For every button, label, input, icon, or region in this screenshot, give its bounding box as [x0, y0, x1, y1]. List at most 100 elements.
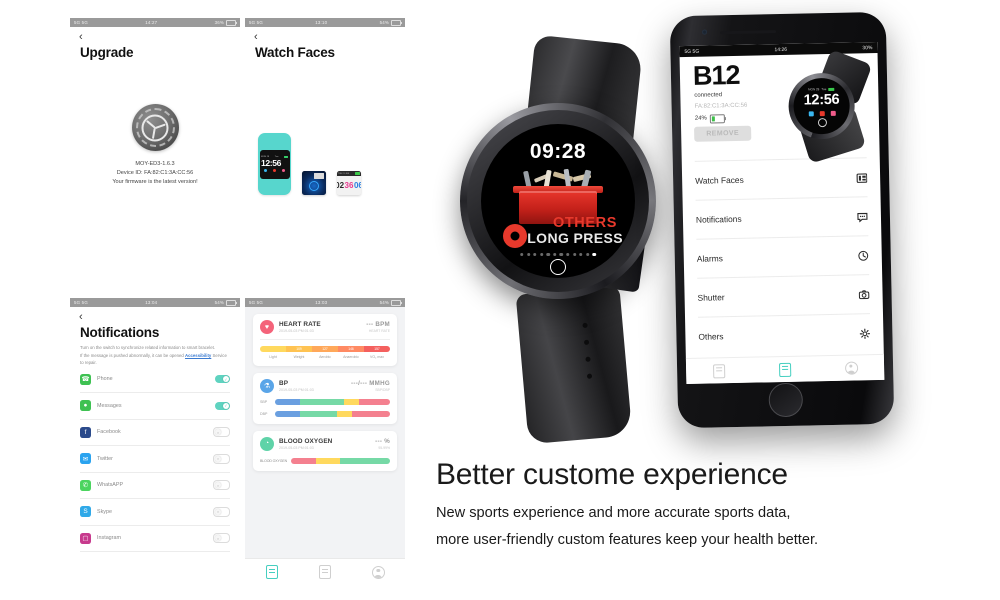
zone-label: Light [269, 354, 277, 359]
notification-row[interactable]: ▢ Instagram × [80, 526, 230, 553]
bp-icon: ⚗ [260, 378, 274, 393]
device-header: B12 connected FA:82:C1:3A:CC:56 24% REMO… [680, 49, 880, 164]
notification-toggle[interactable]: × [213, 506, 230, 517]
menu-item-shutter[interactable]: Shutter [697, 274, 870, 317]
screenshot-watch-faces: 5G 5G 13:10 54% ‹ Watch Faces MON 28 Tue… [245, 18, 405, 233]
firmware-version: MOY-ED3-1.6.3 [135, 161, 175, 167]
zone-segment [260, 345, 286, 352]
zone-label: Anaerobic [343, 354, 359, 359]
page-title: Upgrade [80, 45, 134, 60]
chevron-left-icon[interactable]: ‹ [79, 32, 240, 43]
status-time: 13:04 [145, 300, 158, 305]
menu-item-alarms[interactable]: Alarms [696, 235, 870, 278]
notification-app-label: Instagram [97, 535, 121, 542]
notification-row[interactable]: ✆ WhatsAPP × [80, 473, 230, 500]
bp-row-label: SBP [260, 399, 268, 404]
tab-profile[interactable] [818, 361, 884, 375]
home-button[interactable] [768, 382, 804, 418]
clock-icon [858, 250, 869, 261]
firmware-latest-note: Your firmware is the latest version! [112, 179, 198, 186]
divider [260, 339, 390, 340]
notification-row[interactable]: ✉ Twitter × [80, 446, 230, 473]
status-time: 14:26 [774, 46, 788, 53]
whatsapp-icon: ✆ [80, 479, 91, 491]
bp-rows: SBP DBP [260, 398, 390, 417]
notification-toggle[interactable]: × [213, 453, 230, 464]
toggle-knob: × [215, 429, 222, 436]
device-battery: 24% [695, 114, 725, 123]
notification-toggle[interactable]: × [213, 533, 230, 544]
page-dot [559, 252, 563, 256]
watch-case: 09:28 OTHERS LONG PRESS [460, 103, 656, 299]
notification-toggle[interactable]: × [213, 480, 230, 491]
watch-face-thumb[interactable]: MON 28 Tue 12:56 [258, 133, 291, 195]
notifications-description: Turn on the switch to synchronize relate… [80, 344, 230, 367]
notification-toggle[interactable]: ✓ [215, 375, 230, 384]
tab-profile[interactable] [352, 565, 405, 579]
zone-segment: 146 [338, 345, 364, 352]
tab-device[interactable] [752, 362, 818, 377]
face-battery-icon [355, 172, 360, 175]
instagram-icon: ▢ [80, 532, 91, 544]
face-metric-icons [261, 168, 288, 172]
screenshot-upgrade: 5G 5G 14:27 36% ‹ Upgrade MOY-ED3-1.6.3 … [70, 18, 240, 233]
bp-row: DBP [260, 410, 390, 417]
records-icon [318, 565, 331, 579]
remove-button[interactable]: REMOVE [694, 125, 752, 142]
bp-card[interactable]: ⚗ BP 2019-05-03 PM:01:03 ---/--- MMHG SB… [253, 372, 397, 424]
status-carrier: 5G 5G [74, 20, 88, 25]
zone-label: Aerobic [319, 354, 331, 359]
zone-segment: 127 [312, 345, 338, 352]
status-battery-pct: 54% [379, 20, 389, 25]
chevron-left-icon[interactable]: ‹ [79, 312, 240, 323]
notification-row[interactable]: S Skype × [80, 499, 230, 526]
watch-face-thumb[interactable]: TUE 21 JUN 02 36 06 [337, 171, 361, 195]
desc-line-1: Turn on the switch to synchronize relate… [80, 345, 216, 350]
tab-device[interactable] [245, 565, 298, 579]
notification-toggle[interactable]: ✓ [215, 401, 230, 410]
phone-icon: ☎ [80, 373, 91, 385]
preview-time: 12:56 [803, 91, 840, 109]
page-dot [546, 252, 550, 256]
status-carrier: 5G 5G [684, 48, 700, 55]
notification-row[interactable]: f Facebook × [80, 420, 230, 447]
notification-app-label: Twitter [97, 455, 113, 462]
notification-row[interactable]: ● Messages ✓ [80, 393, 230, 420]
chevron-left-icon[interactable]: ‹ [254, 32, 405, 43]
card-value-sub: HEART RATE [368, 329, 390, 333]
menu-item-notifications[interactable]: Notifications [695, 196, 869, 239]
menu-item-label: Others [698, 331, 724, 342]
heart-rate-card[interactable]: ♥ HEART RATE 2019-05-03 PM:01:03 --- BPM… [253, 314, 397, 366]
notification-toggle[interactable]: × [213, 427, 230, 438]
status-carrier: 5G 5G [249, 20, 263, 25]
twitter-icon: ✉ [80, 453, 91, 465]
battery-icon [709, 114, 725, 123]
home-circle-icon[interactable] [550, 259, 566, 275]
status-bar: 5G 5G 14:27 36% [70, 18, 240, 27]
toggle-knob: × [215, 535, 222, 542]
zone-label: Weight [293, 354, 305, 359]
page-dot [539, 252, 544, 256]
status-time: 14:27 [145, 20, 158, 25]
notification-row[interactable]: ☎ Phone ✓ [80, 367, 230, 394]
tab-records[interactable] [686, 363, 752, 378]
blood-oxygen-card[interactable]: ◔ BLOOD OXYGEN 2019-05-03 PM:01:03 --- %… [253, 430, 397, 471]
iphone-device: 5G 5G 14:26 30% B12 connected FA:82:C1:3… [669, 11, 895, 429]
page-dot [526, 252, 530, 256]
zone-segment: 157 [364, 345, 390, 352]
menu-item-label: Watch Faces [695, 174, 744, 186]
card-value: --- % [375, 437, 390, 445]
subcopy: New sports experience and more accurate … [436, 500, 986, 554]
feature-menu-list: Watch Faces Notifications Alarms Shutter Oth… [694, 157, 871, 356]
watch-face-thumb[interactable] [302, 171, 326, 195]
watch-label-secondary: LONG PRESS [527, 230, 623, 246]
menu-item-watch-faces[interactable]: Watch Faces [694, 157, 868, 200]
menu-item-others[interactable]: Others [698, 313, 871, 356]
marketing-copy: Better custome experience New sports exp… [436, 458, 986, 554]
page-dot [553, 252, 557, 256]
records-icon [713, 363, 726, 378]
tab-records[interactable] [298, 565, 351, 579]
device-icon [265, 565, 278, 579]
heart-rate-zone-legend: Light Weight Aerobic Anaerobic VO₂ max [260, 355, 390, 359]
accessibility-link[interactable]: Accessibility [185, 353, 211, 358]
